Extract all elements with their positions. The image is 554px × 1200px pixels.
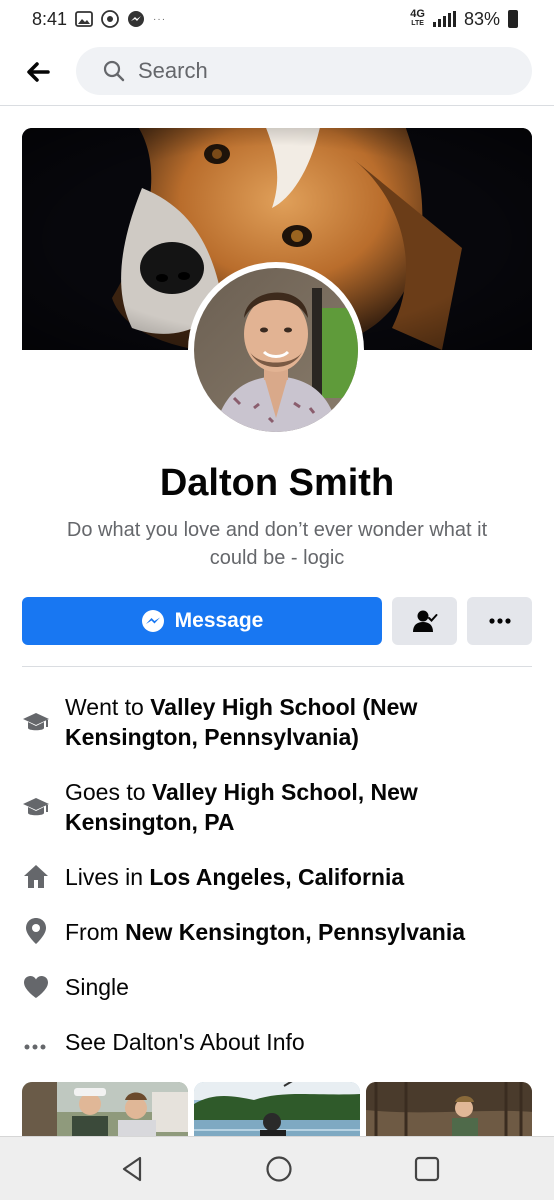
gallery-icon [75, 11, 93, 27]
friends-check-icon [412, 610, 437, 632]
location-pin-icon [26, 918, 46, 944]
recents-square-icon[interactable] [412, 1154, 442, 1184]
heart-icon [24, 976, 48, 998]
friends-button[interactable] [392, 597, 457, 645]
status-bar: 8:41 ··· 4G LTE 83% [0, 0, 554, 38]
search-input[interactable] [136, 57, 500, 85]
message-button-label: Message [174, 609, 264, 632]
back-arrow-icon [27, 62, 50, 82]
network-type: 4G [410, 8, 425, 20]
status-right: 4G LTE 83% [410, 9, 518, 30]
search-bar[interactable] [76, 47, 532, 95]
photo-image [22, 1082, 188, 1136]
from-place[interactable]: New Kensington, Pennsylvania [125, 919, 465, 945]
photo-thumbnail[interactable] [366, 1082, 532, 1136]
more-dots-icon: ··· [153, 13, 167, 25]
photo-thumbnail[interactable] [194, 1082, 360, 1136]
photo-strip [22, 1082, 532, 1136]
relationship-status: Single [65, 974, 129, 1000]
graduation-cap-icon [23, 713, 49, 731]
system-nav-bar [0, 1136, 554, 1200]
more-horizontal-icon [488, 618, 511, 624]
message-button[interactable]: Message [22, 597, 382, 645]
status-left: 8:41 ··· [32, 9, 166, 30]
signal-icon [432, 11, 456, 27]
messenger-icon [128, 11, 145, 27]
divider [22, 666, 532, 667]
profile-avatar[interactable] [188, 262, 364, 438]
lives-in-place[interactable]: Los Angeles, California [149, 864, 404, 890]
went-to-prefix: Went to [65, 694, 151, 720]
network-sub: LTE [411, 20, 424, 27]
lives-in-text: Lives in Los Angeles, California [65, 862, 505, 892]
home-icon [24, 865, 48, 888]
graduation-cap-icon [23, 798, 49, 816]
lives-in-prefix: Lives in [65, 864, 150, 890]
photo-image [194, 1082, 360, 1136]
messenger-icon [141, 610, 164, 632]
profile-photo-image [194, 268, 358, 432]
see-about-info-text: See Dalton's About Info [65, 1029, 305, 1055]
network-indicator: 4G LTE [410, 9, 425, 29]
back-triangle-icon[interactable] [118, 1154, 148, 1184]
battery-percent: 83% [463, 8, 500, 29]
photo-thumbnail[interactable] [22, 1082, 188, 1136]
photo-image [366, 1082, 532, 1136]
more-options-button[interactable] [467, 597, 532, 645]
from-text: From New Kensington, Pennsylvania [65, 917, 505, 947]
top-bar [0, 38, 554, 106]
goes-to-prefix: Goes to [65, 779, 152, 805]
more-horizontal-icon [24, 1044, 46, 1050]
profile-bio: Do what you love and don’t ever wonder w… [66, 519, 488, 569]
chrome-icon [101, 10, 119, 28]
from-prefix: From [65, 919, 126, 945]
home-circle-icon[interactable] [264, 1154, 294, 1184]
battery-icon [508, 10, 518, 28]
clock: 8:41 [32, 8, 68, 29]
search-icon [103, 60, 125, 82]
goes-to-text: Goes to Valley High School, New Kensingt… [65, 777, 505, 837]
back-button[interactable] [22, 56, 54, 88]
profile-name: Dalton Smith [159, 462, 395, 504]
went-to-text: Went to Valley High School (New Kensingt… [65, 692, 505, 752]
